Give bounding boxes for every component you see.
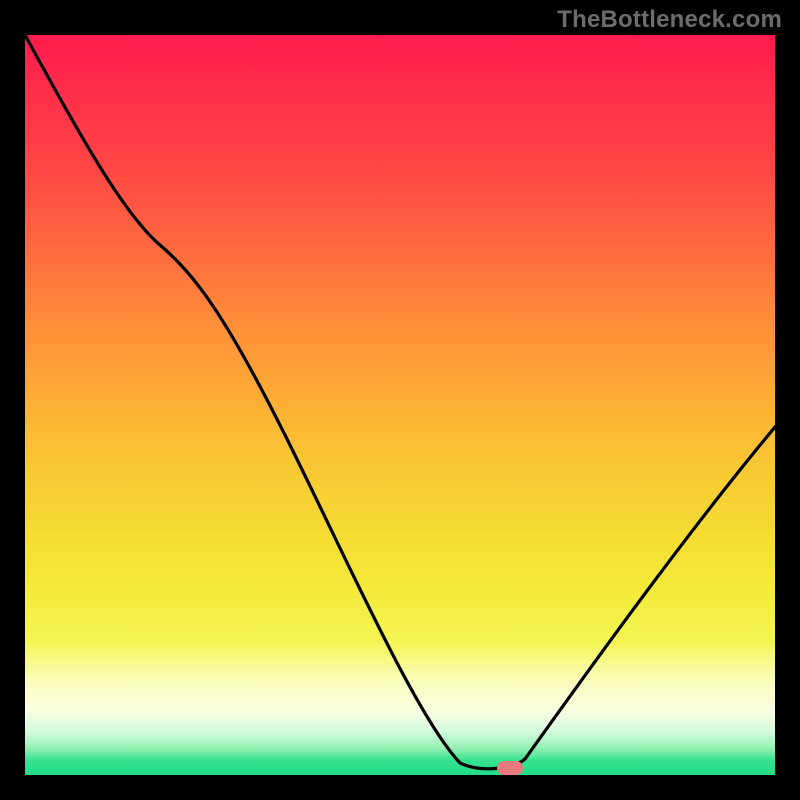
- source-caption: TheBottleneck.com: [557, 6, 782, 34]
- chart-container: TheBottleneck.com: [0, 0, 800, 800]
- plot-area: [25, 35, 775, 775]
- optimal-point-marker: [497, 761, 523, 775]
- bottleneck-curve: [25, 35, 775, 769]
- curve-layer: [25, 35, 775, 775]
